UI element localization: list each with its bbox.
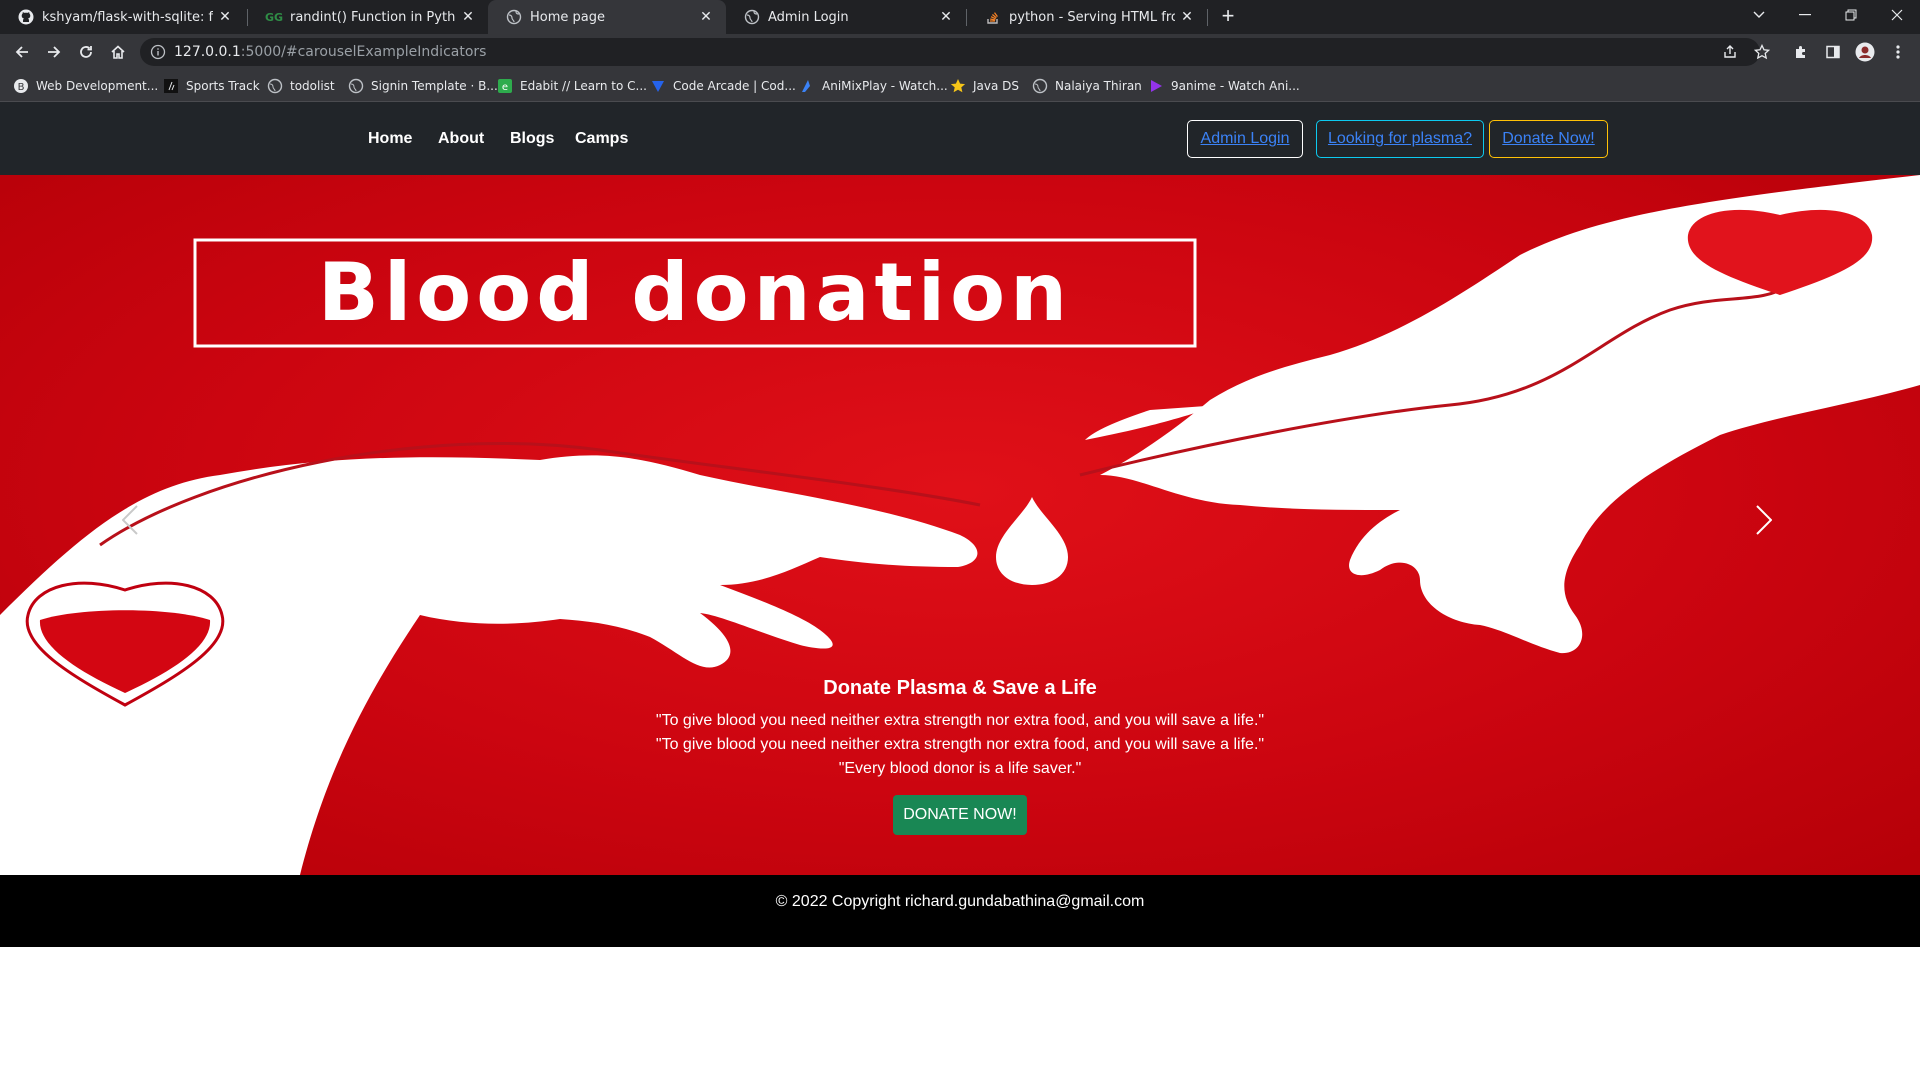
globe-icon bbox=[348, 78, 364, 94]
bookmark-favicon-icon: B bbox=[13, 78, 29, 94]
tab-close-icon[interactable]: ✕ bbox=[1179, 9, 1195, 25]
url-text: 127.0.0.1:5000/#carouselExampleIndicator… bbox=[174, 44, 486, 60]
play-icon bbox=[1148, 78, 1164, 94]
bookmark-label: todolist bbox=[290, 79, 335, 93]
bookmark-star-icon[interactable] bbox=[1752, 42, 1772, 62]
home-icon[interactable] bbox=[104, 38, 132, 66]
tab-close-icon[interactable]: ✕ bbox=[217, 9, 233, 25]
page-footer: © 2022 Copyright richard.gundabathina@gm… bbox=[0, 875, 1920, 947]
share-icon[interactable] bbox=[1720, 42, 1740, 62]
bookmark-item[interactable]: todolist bbox=[267, 77, 335, 95]
tab-title: Admin Login bbox=[768, 9, 849, 25]
minimize-icon[interactable] bbox=[1782, 0, 1828, 30]
tab-close-icon[interactable]: ✕ bbox=[698, 9, 714, 25]
bookmark-item[interactable]: Code Arcade | Cod... bbox=[650, 77, 796, 95]
tab-title: randint() Function in Python - Ge bbox=[290, 9, 456, 25]
bookmark-item[interactable]: AniMixPlay - Watch... bbox=[799, 77, 948, 95]
admin-login-button[interactable]: Admin Login bbox=[1187, 120, 1303, 158]
url-host: 127.0.0.1 bbox=[174, 44, 241, 60]
browser-tab[interactable]: python - Serving HTML from Flas ✕ bbox=[967, 0, 1207, 34]
address-bar[interactable]: 127.0.0.1:5000/#carouselExampleIndicator… bbox=[140, 38, 1770, 66]
globe-icon bbox=[1032, 78, 1048, 94]
globe-icon bbox=[506, 9, 522, 25]
carousel-next-arrow[interactable] bbox=[1756, 505, 1796, 565]
browser-toolbar: 127.0.0.1:5000/#carouselExampleIndicator… bbox=[0, 34, 1920, 70]
site-info-icon[interactable] bbox=[150, 44, 166, 60]
browser-menu-icon[interactable] bbox=[1888, 42, 1908, 62]
blood-drop-shape bbox=[996, 497, 1068, 585]
bookmark-label: AniMixPlay - Watch... bbox=[822, 79, 948, 93]
tab-close-icon[interactable]: ✕ bbox=[938, 9, 954, 25]
globe-icon bbox=[267, 78, 283, 94]
bookmark-item[interactable]: Java DS bbox=[950, 77, 1019, 95]
bookmark-label: Code Arcade | Cod... bbox=[673, 79, 796, 93]
reload-icon[interactable] bbox=[72, 38, 100, 66]
star-icon bbox=[950, 78, 966, 94]
bookmark-label: 9anime - Watch Ani... bbox=[1171, 79, 1300, 93]
github-icon bbox=[18, 9, 34, 25]
geeksforgeeks-icon: GG bbox=[264, 10, 284, 24]
bookmark-label: Java DS bbox=[973, 79, 1020, 93]
bookmark-item[interactable]: Nalaiya Thiran bbox=[1032, 77, 1142, 95]
nav-about-link[interactable]: About bbox=[438, 130, 484, 148]
bookmark-item[interactable]: e Edabit // Learn to C... bbox=[497, 77, 647, 95]
new-tab-plus-icon[interactable]: + bbox=[1216, 5, 1240, 29]
tab-close-icon[interactable]: ✕ bbox=[460, 9, 476, 25]
url-path: :5000/#carouselExampleIndicators bbox=[240, 44, 487, 60]
restore-icon[interactable] bbox=[1828, 0, 1874, 30]
bookmark-item[interactable]: Signin Template · B... bbox=[348, 77, 498, 95]
nav-home-link[interactable]: Home bbox=[368, 130, 412, 148]
profile-avatar[interactable] bbox=[1855, 42, 1875, 62]
back-arrow-icon[interactable] bbox=[8, 38, 36, 66]
looking-for-plasma-button[interactable]: Looking for plasma? bbox=[1316, 120, 1484, 158]
browser-tab-strip: kshyam/flask-with-sqlite: flask-w ✕ GG r… bbox=[0, 0, 1920, 34]
carousel-prev-arrow[interactable] bbox=[122, 505, 162, 565]
caption-quote: "To give blood you need neither extra st… bbox=[655, 712, 1265, 729]
nav-blogs-link[interactable]: Blogs bbox=[510, 130, 554, 148]
globe-icon bbox=[744, 9, 760, 25]
extensions-puzzle-icon[interactable] bbox=[1791, 42, 1811, 62]
bookmark-label: Nalaiya Thiran bbox=[1055, 79, 1142, 93]
browser-tab-active[interactable]: Home page ✕ bbox=[488, 0, 726, 34]
svg-text:B: B bbox=[18, 82, 25, 93]
tab-divider bbox=[1207, 9, 1208, 26]
tab-title: python - Serving HTML from Flas bbox=[1009, 9, 1175, 25]
bookmarks-bar: B Web Development... Sports Track todoli… bbox=[0, 70, 1920, 102]
bookmark-item[interactable]: Sports Track bbox=[163, 77, 260, 95]
svg-text:e: e bbox=[502, 82, 508, 93]
tab-search-chevron-icon[interactable] bbox=[1736, 0, 1782, 30]
bookmark-item[interactable]: B Web Development... bbox=[13, 77, 158, 95]
bookmark-item[interactable]: 9anime - Watch Ani... bbox=[1148, 77, 1300, 95]
caption-title: Donate Plasma & Save a Life bbox=[823, 677, 1097, 699]
animixplay-icon bbox=[799, 78, 815, 94]
close-window-icon[interactable] bbox=[1874, 0, 1920, 30]
tab-title: kshyam/flask-with-sqlite: flask-w bbox=[42, 9, 213, 25]
caption-quote: "To give blood you need neither extra st… bbox=[655, 736, 1265, 753]
browser-tab[interactable]: GG randint() Function in Python - Ge ✕ bbox=[248, 0, 488, 34]
stackoverflow-icon bbox=[985, 9, 1001, 25]
forward-arrow-icon[interactable] bbox=[40, 38, 68, 66]
side-panel-icon[interactable] bbox=[1823, 42, 1843, 62]
donate-now-nav-button[interactable]: Donate Now! bbox=[1489, 120, 1608, 158]
copyright-text: © 2022 Copyright richard.gundabathina@gm… bbox=[775, 893, 1145, 910]
bookmark-favicon-icon bbox=[163, 78, 179, 94]
banner-title: Blood donation bbox=[317, 246, 1073, 339]
donate-now-button[interactable]: DONATE NOW! bbox=[893, 795, 1027, 835]
browser-tab[interactable]: Admin Login ✕ bbox=[726, 0, 966, 34]
site-navbar: Home About Blogs Camps Admin Login Looki… bbox=[0, 102, 1920, 175]
browser-tab[interactable]: kshyam/flask-with-sqlite: flask-w ✕ bbox=[0, 0, 245, 34]
bookmark-label: Web Development... bbox=[36, 79, 159, 93]
code-arcade-icon bbox=[650, 78, 666, 94]
tab-title: Home page bbox=[530, 9, 605, 25]
hero-carousel: Blood donation Donate Plasma & Save a Li… bbox=[0, 175, 1920, 875]
bookmark-label: Edabit // Learn to C... bbox=[520, 79, 647, 93]
bookmark-label: Sports Track bbox=[186, 79, 260, 93]
nav-camps-link[interactable]: Camps bbox=[575, 130, 628, 148]
edabit-icon: e bbox=[497, 78, 513, 94]
caption-quote: "Every blood donor is a life saver." bbox=[838, 760, 1082, 777]
bookmark-label: Signin Template · B... bbox=[371, 79, 498, 93]
